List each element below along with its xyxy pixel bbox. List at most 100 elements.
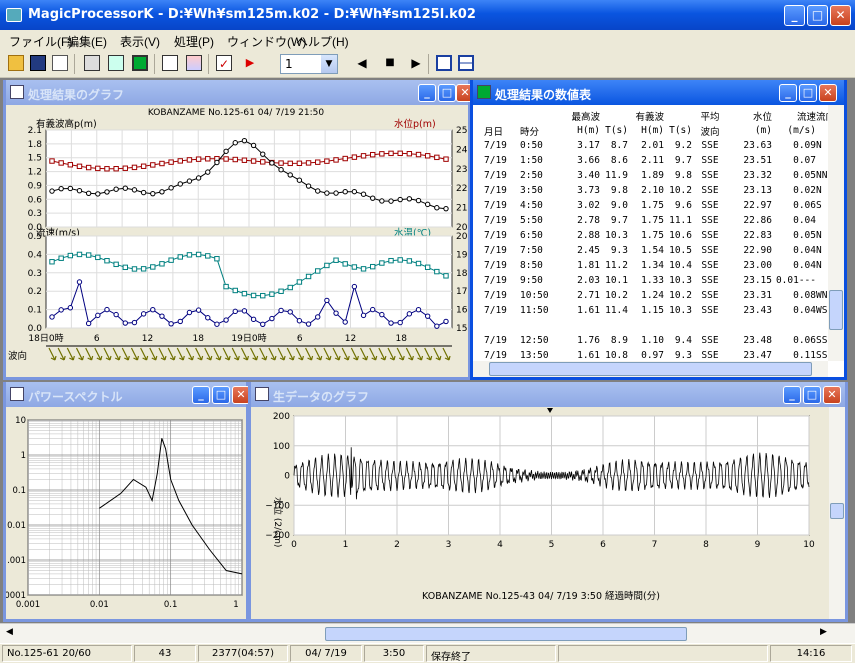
table-row[interactable]: 7/19 3:50 3.73 9.8 2.10 10.2 SSE 23.13 0.02 N (484, 183, 835, 198)
table-row[interactable]: 7/19 1:50 3.66 8.6 2.11 9.7 SSE 23.51 0.07 (484, 153, 835, 168)
raw-vscrollbar[interactable] (829, 407, 845, 619)
step-combo[interactable]: 1 ▼ (280, 54, 338, 74)
waterlevel-point (260, 159, 266, 165)
raw-maximize-button[interactable]: □ (803, 386, 821, 404)
table-cell: 6:50 (520, 230, 543, 241)
monitor-icon[interactable] (132, 55, 148, 71)
status-clock: 14:16 (770, 645, 852, 662)
menu-process[interactable]: 処理(P) (174, 33, 214, 50)
table-row[interactable]: 7/19 8:50 1.81 11.2 1.34 10.4 SSE 23.00 0.04 N (484, 258, 835, 273)
table-cell: 0.06 (793, 335, 816, 346)
waterlevel-point (49, 158, 55, 164)
table-row[interactable]: 7/19 0:50 3.17 8.7 2.01 9.2 SSE 23.63 0.09 N (484, 138, 835, 153)
table-cell: 3.17 (577, 140, 600, 151)
menu-view[interactable]: 表示(V) (120, 33, 160, 50)
table-cell: 1.81 (577, 260, 600, 271)
waveheight-point (388, 198, 394, 204)
waveheight-point (415, 197, 422, 204)
tile-icon[interactable] (458, 55, 474, 71)
report-icon[interactable] (108, 55, 124, 71)
graph-minimize-button[interactable]: _ (418, 84, 436, 102)
table-row[interactable]: 7/19 9:50 2.03 10.1 1.33 10.3 SSE 23.15 0.01--- (484, 273, 835, 288)
table-header-cell: T(s) (605, 125, 628, 136)
menu-window[interactable]: ウィンドウ(W) (227, 33, 306, 50)
table-cell: 23.15 (743, 275, 772, 286)
calculator-icon[interactable] (84, 55, 100, 71)
raw-doc-icon (255, 387, 269, 401)
watertemp-point (443, 273, 449, 279)
spectrum-x-tick: 0.01 (90, 600, 109, 610)
check-icon[interactable]: ✓ (216, 55, 232, 71)
raw-window: 生データのグラフ _ □ ✕ KOBANZAME No.125-43 04/ 7… (248, 382, 848, 622)
scroll-right-icon[interactable]: ▶ (820, 627, 827, 637)
table-vscroll-thumb[interactable] (829, 290, 843, 330)
stop-icon[interactable]: ■ (382, 55, 398, 71)
wave-dir-arrow (387, 347, 396, 361)
maximize-button[interactable]: □ (807, 5, 828, 26)
scroll-left-icon[interactable]: ◀ (6, 627, 13, 637)
tick-label: 17 (456, 287, 467, 297)
table-minimize-button[interactable]: _ (779, 84, 797, 102)
watertemp-point (360, 266, 367, 272)
mdi-hscroll-thumb[interactable] (325, 627, 687, 641)
list-icon[interactable] (162, 55, 178, 71)
minimize-button[interactable]: _ (784, 5, 805, 26)
menu-help[interactable]: ヘルプ(H) (296, 33, 349, 50)
close-button[interactable]: ✕ (830, 5, 851, 26)
run-icon[interactable]: ▶ (242, 55, 258, 71)
table-hscrollbar[interactable] (473, 361, 828, 377)
raw-close-button[interactable]: ✕ (823, 386, 841, 404)
table-cell: 0:50 (520, 140, 543, 151)
next-icon[interactable]: ▶ (408, 55, 424, 71)
table-row[interactable]: 7/19 4:50 3.02 9.0 1.75 9.6 SSE 22.97 0.06 S (484, 198, 835, 213)
table-vscrollbar[interactable] (828, 105, 844, 361)
save-icon[interactable] (30, 55, 46, 71)
table-window-title: 処理結果の数値表 (495, 88, 592, 102)
x-tick-label: 18 (193, 334, 205, 344)
x-tick-label: 6 (94, 334, 100, 344)
prev-icon[interactable]: ◀ (354, 55, 370, 71)
chevron-down-icon[interactable]: ▼ (321, 55, 337, 73)
mdi-hscrollbar[interactable]: ◀ ▶ (0, 623, 855, 643)
table-row[interactable] (484, 318, 835, 333)
table-row[interactable]: 7/19 5:50 2.78 9.7 1.75 11.1 SSE 22.86 0.04 (484, 213, 835, 228)
table-cell: 9.0 (610, 200, 628, 211)
table-cell: 8:50 (520, 260, 543, 271)
table-cell: 10.3 (669, 275, 692, 286)
waterlevel-point (315, 159, 321, 165)
wave-dir-arrow (359, 347, 369, 361)
spectrum-minimize-button[interactable]: _ (192, 386, 210, 404)
waterlevel-point (177, 158, 183, 164)
table-close-button[interactable]: ✕ (819, 84, 837, 102)
table-row[interactable]: 7/19 6:50 2.88 10.3 1.75 10.6 SSE 22.83 0.05 N (484, 228, 835, 243)
table-row[interactable]: 7/19 7:50 2.45 9.3 1.54 10.5 SSE 22.90 0.04 N (484, 243, 835, 258)
open-folder-icon[interactable] (8, 55, 24, 71)
waveheight-point (85, 190, 92, 197)
table-row[interactable]: 7/19 10:50 2.71 10.2 1.24 10.2 SSE 23.31 0.08 WN (484, 288, 835, 303)
table-row[interactable]: 7/19 11:50 1.61 11.4 1.15 10.3 SSE 23.43 0.04 WS (484, 303, 835, 318)
table-cell: 1.33 (641, 275, 664, 286)
table-row[interactable]: 7/19 2:50 3.40 11.9 1.89 9.8 SSE 23.32 0.05 NN (484, 168, 835, 183)
raw-vscroll-thumb[interactable] (830, 503, 844, 519)
step-combo-value: 1 (285, 57, 293, 71)
menu-file[interactable]: ファイル(F) (9, 33, 72, 50)
table-header-cell: 波向 (700, 126, 720, 138)
menu-edit[interactable]: 編集(E) (67, 33, 107, 50)
table-cell: 0.08 (793, 290, 816, 301)
table-cell: 1.75 (641, 230, 664, 241)
tick-label: 21 (456, 204, 467, 214)
raw-minimize-button[interactable]: _ (783, 386, 801, 404)
new-file-icon[interactable] (52, 55, 68, 71)
tick-label: 16 (456, 306, 468, 316)
table-row[interactable]: 7/19 12:50 1.76 8.9 1.10 9.4 SSE 23.48 0.06 SS (484, 333, 835, 348)
tick-label: 0.1 (28, 306, 42, 316)
spectrum-y-tick: 10 (15, 416, 26, 426)
graph-maximize-button[interactable]: □ (438, 84, 456, 102)
spectrum-maximize-button[interactable]: □ (212, 386, 230, 404)
table-maximize-button[interactable]: □ (799, 84, 817, 102)
cascade-icon[interactable] (436, 55, 452, 71)
x-tick-label: 18 (396, 334, 408, 344)
graph-icon[interactable] (186, 55, 202, 71)
wave-dir-arrow (167, 347, 176, 361)
table-hscroll-thumb[interactable] (489, 362, 812, 376)
